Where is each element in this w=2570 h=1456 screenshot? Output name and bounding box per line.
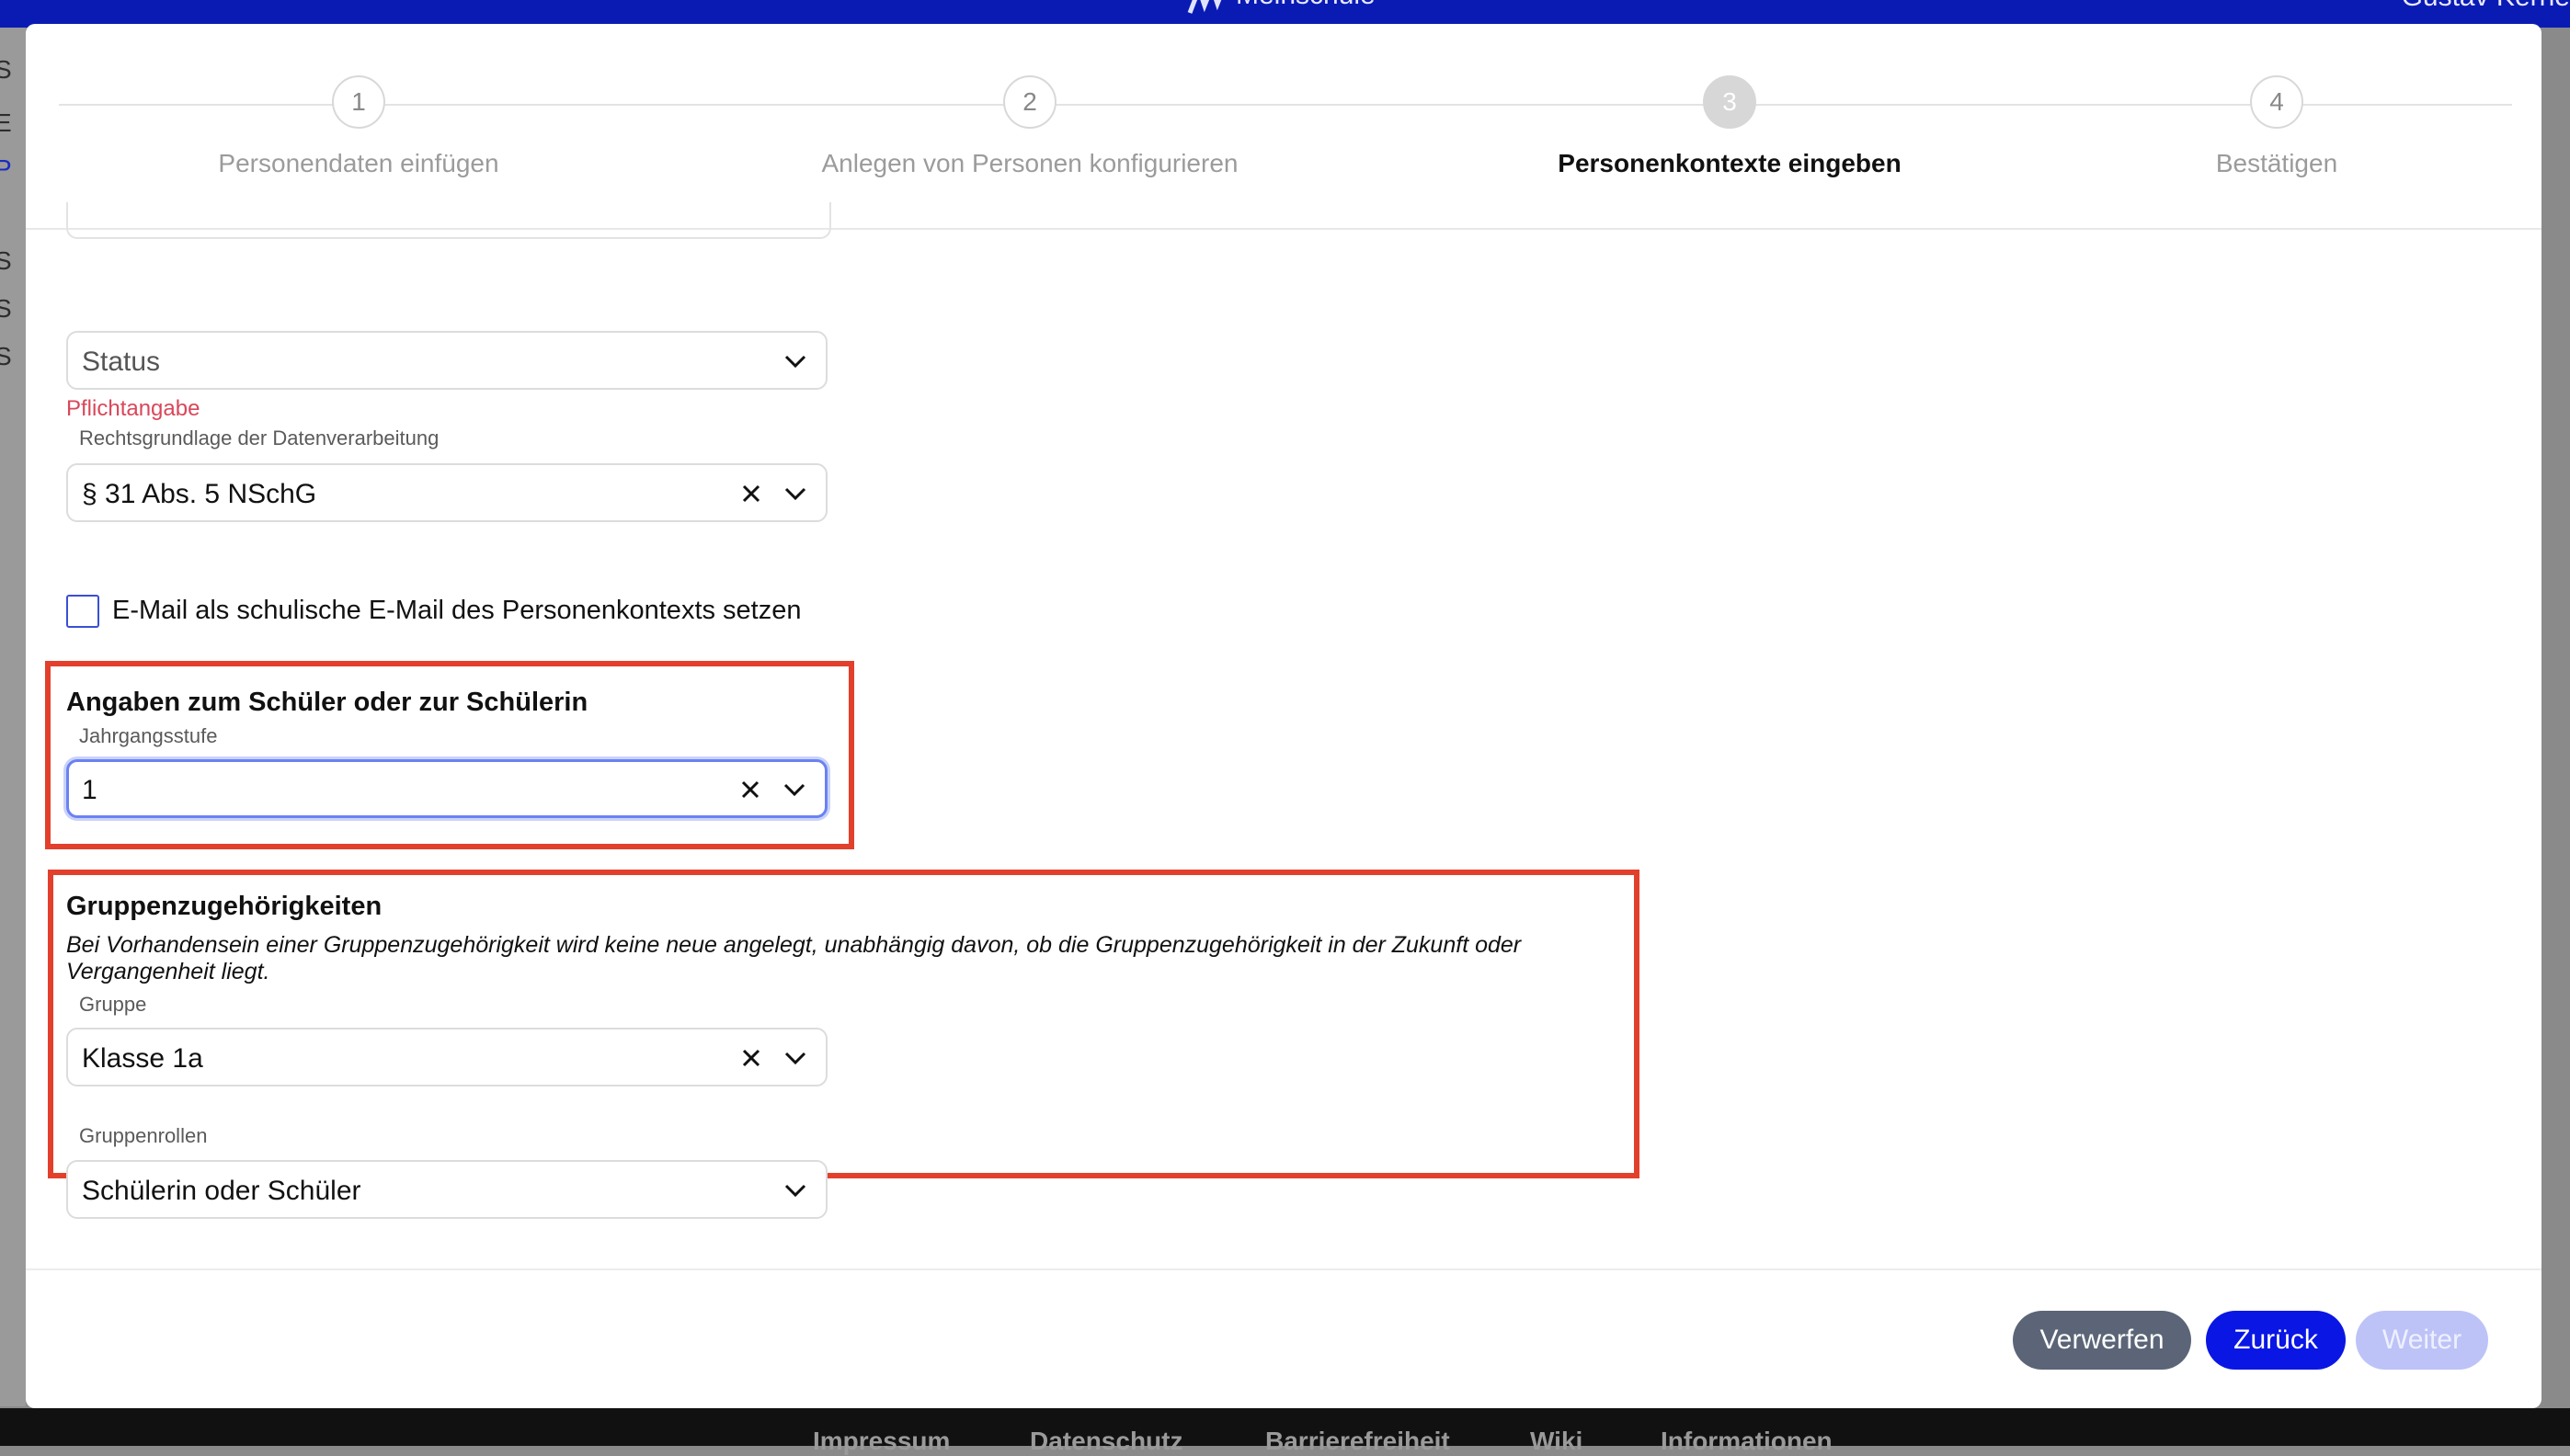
- next-button[interactable]: Weiter: [2356, 1311, 2488, 1370]
- status-error: Pflichtangabe: [66, 396, 200, 421]
- group-roles-value: Schülerin oder Schüler: [82, 1176, 361, 1206]
- footer-link-barrierefreiheit[interactable]: Barrierefreiheit: [1265, 1427, 1450, 1456]
- email-checkbox[interactable]: [66, 595, 99, 628]
- step-1: 1 Personendaten einfügen: [83, 75, 634, 178]
- discard-button[interactable]: Verwerfen: [2013, 1311, 2191, 1370]
- groups-section-title: Gruppenzugehörigkeiten: [66, 892, 383, 921]
- sidebar: S E P S S S: [0, 28, 26, 1406]
- dialog-content: Status Pflichtangabe Rechtsgrundlage der…: [26, 202, 2541, 1268]
- step-number: 4: [2250, 75, 2303, 129]
- close-icon[interactable]: [736, 478, 767, 509]
- footer-link-impressum[interactable]: Impressum: [813, 1427, 950, 1456]
- step-number: 2: [1003, 75, 1057, 129]
- student-section-title: Angaben zum Schüler oder zur Schülerin: [66, 688, 588, 717]
- legal-basis-value: § 31 Abs. 5 NSchG: [82, 479, 317, 509]
- status-placeholder: Status: [82, 347, 161, 377]
- chevron-down-icon[interactable]: [780, 1042, 811, 1074]
- groups-section-note: Bei Vorhandensein einer Gruppenzugehörig…: [66, 932, 1522, 984]
- grade-label: Jahrgangsstufe: [79, 724, 218, 747]
- legal-basis-label: Rechtsgrundlage der Datenverarbeitung: [79, 427, 440, 449]
- group-label: Gruppe: [79, 993, 147, 1016]
- close-icon[interactable]: [735, 774, 766, 805]
- close-icon[interactable]: [736, 1042, 767, 1074]
- chevron-down-icon[interactable]: [780, 346, 811, 377]
- step-4: 4 Bestätigen: [2001, 75, 2541, 178]
- step-label: Personendaten einfügen: [218, 149, 499, 177]
- step-3: 3 Personenkontexte eingeben: [1454, 75, 2005, 178]
- chevron-down-icon[interactable]: [779, 774, 810, 805]
- create-person-dialog: 1 Personendaten einfügen 2 Anlegen von P…: [26, 24, 2541, 1408]
- chevron-down-icon[interactable]: [780, 478, 811, 509]
- step-number: 1: [332, 75, 385, 129]
- stepper: 1 Personendaten einfügen 2 Anlegen von P…: [26, 24, 2541, 230]
- status-select[interactable]: Status: [66, 331, 828, 390]
- group-roles-label: Gruppenrollen: [79, 1124, 208, 1147]
- step-label: Anlegen von Personen konfigurieren: [821, 149, 1239, 177]
- group-select[interactable]: Klasse 1a: [66, 1028, 828, 1086]
- footer-link-informationen[interactable]: Informationen: [1661, 1427, 1833, 1456]
- email-checkbox-label[interactable]: E-Mail als schulische E-Mail des Persone…: [112, 596, 802, 626]
- footer-link-datenschutz[interactable]: Datenschutz: [1030, 1427, 1182, 1456]
- step-label: Bestätigen: [2215, 149, 2338, 177]
- chevron-down-icon[interactable]: [780, 1175, 811, 1206]
- step-2: 2 Anlegen von Personen konfigurieren: [754, 75, 1306, 178]
- footer-link-wiki[interactable]: Wiki: [1530, 1427, 1582, 1456]
- logo-icon: [1187, 0, 1222, 14]
- step-number: 3: [1703, 75, 1756, 129]
- user-name[interactable]: Gustav Kerne: [2402, 0, 2570, 13]
- grade-select[interactable]: 1: [66, 759, 828, 818]
- legal-basis-select[interactable]: § 31 Abs. 5 NSchG: [66, 463, 828, 522]
- grade-value: 1: [82, 775, 97, 805]
- step-label: Personenkontexte eingeben: [1558, 149, 1902, 177]
- back-button[interactable]: Zurück: [2206, 1311, 2346, 1370]
- app-brand: Meinschule: [1236, 0, 1376, 11]
- previous-field-edge: [66, 202, 831, 239]
- group-roles-select[interactable]: Schülerin oder Schüler: [66, 1160, 828, 1219]
- group-value: Klasse 1a: [82, 1043, 203, 1074]
